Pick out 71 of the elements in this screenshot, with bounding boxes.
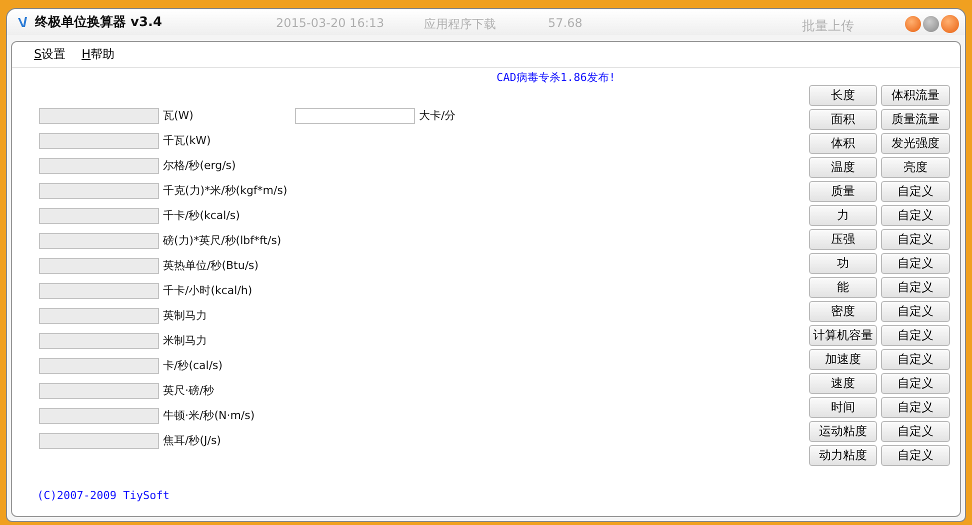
background-text: 批量上传 [802, 18, 854, 35]
category-button[interactable]: 发光强度 [881, 133, 950, 154]
category-button[interactable]: 运动粘度 [809, 421, 877, 442]
unit-label: 千瓦(kW) [163, 133, 211, 148]
unit-label: 瓦(W) [163, 108, 194, 123]
category-button[interactable]: 计算机容量 [809, 325, 877, 346]
category-button[interactable]: 自定义 [881, 229, 950, 250]
unit-label: 大卡/分 [419, 108, 456, 123]
background-text: 2015-03-20 16:13 [276, 16, 384, 30]
unit-value-field[interactable] [39, 432, 159, 448]
category-button[interactable]: 动力粘度 [809, 445, 877, 466]
unit-value-field[interactable] [39, 258, 159, 274]
category-button[interactable]: 自定义 [881, 325, 950, 346]
unit-value-field[interactable] [39, 158, 159, 174]
unit-label: 米制马力 [163, 333, 207, 348]
category-button[interactable]: 自定义 [881, 253, 950, 274]
unit-label: 磅(力)*英尺/秒(lbf*ft/s) [163, 233, 282, 248]
menu-item[interactable]: S设置 [34, 46, 66, 63]
background-text: 57.68 [548, 16, 582, 30]
category-button[interactable]: 加速度 [809, 349, 877, 370]
category-button[interactable]: 体积流量 [881, 85, 950, 106]
unit-label: 千卡/秒(kcal/s) [163, 208, 240, 223]
category-button[interactable]: 速度 [809, 373, 877, 394]
category-button[interactable]: 力 [809, 205, 877, 226]
unit-label: 焦耳/秒(J/s) [163, 433, 221, 448]
unit-value-field[interactable] [39, 358, 159, 374]
category-button[interactable]: 自定义 [881, 301, 950, 322]
category-button[interactable]: 体积 [809, 133, 877, 154]
category-button[interactable]: 自定义 [881, 205, 950, 226]
menu-item[interactable]: H帮助 [82, 46, 115, 63]
copyright-text: (C)2007-2009 TiySoft [37, 489, 170, 502]
unit-value-field[interactable] [39, 408, 159, 424]
unit-label: 英制马力 [163, 308, 207, 323]
unit-value-field[interactable] [295, 108, 415, 124]
category-button[interactable]: 压强 [809, 229, 877, 250]
background-text: 应用程序下载 [424, 16, 496, 33]
category-button[interactable]: 自定义 [881, 277, 950, 298]
unit-label: 英尺·磅/秒 [163, 383, 214, 398]
unit-label: 尔格/秒(erg/s) [163, 158, 236, 173]
category-button[interactable]: 自定义 [881, 373, 950, 394]
category-button[interactable]: 质量流量 [881, 109, 950, 130]
category-button[interactable]: 自定义 [881, 397, 950, 418]
category-button[interactable]: 时间 [809, 397, 877, 418]
unit-value-field[interactable] [39, 282, 159, 298]
unit-value-field[interactable] [39, 108, 159, 124]
category-button[interactable]: 自定义 [881, 445, 950, 466]
unit-label: 卡/秒(cal/s) [163, 358, 223, 373]
unit-value-field[interactable] [39, 182, 159, 198]
category-button[interactable]: 能 [809, 277, 877, 298]
unit-value-field[interactable] [39, 208, 159, 224]
category-button[interactable]: 质量 [809, 181, 877, 202]
category-button[interactable]: 自定义 [881, 421, 950, 442]
category-button[interactable]: 功 [809, 253, 877, 274]
announcement-link[interactable]: CAD病毒专杀1.86发布! [356, 68, 616, 85]
unit-label: 千克(力)*米/秒(kgf*m/s) [163, 183, 288, 198]
category-button[interactable]: 自定义 [881, 181, 950, 202]
unit-value-field[interactable] [39, 132, 159, 148]
category-button[interactable]: 温度 [809, 157, 877, 178]
unit-value-field[interactable] [39, 308, 159, 324]
unit-label: 英热单位/秒(Btu/s) [163, 258, 259, 273]
category-button[interactable]: 长度 [809, 85, 877, 106]
unit-value-field[interactable] [39, 232, 159, 248]
category-button[interactable]: 自定义 [881, 349, 950, 370]
category-button[interactable]: 面积 [809, 109, 877, 130]
window-title: 终极单位换算器 v3.4 [35, 14, 162, 31]
unit-value-field[interactable] [39, 382, 159, 398]
category-button[interactable]: 密度 [809, 301, 877, 322]
unit-label: 牛顿·米/秒(N·m/s) [163, 408, 255, 423]
unit-label: 千卡/小时(kcal/h) [163, 283, 252, 298]
category-button[interactable]: 亮度 [881, 157, 950, 178]
unit-value-field[interactable] [39, 332, 159, 348]
